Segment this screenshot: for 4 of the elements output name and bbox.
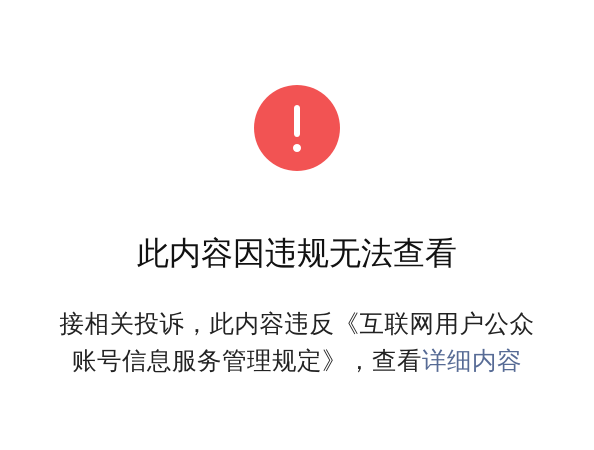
notice-message: 接相关投诉，此内容违反《互联网用户公众账号信息服务管理规定》，查看详细内容 <box>58 308 536 377</box>
details-link[interactable]: 详细内容 <box>422 346 522 375</box>
warning-icon <box>254 85 340 171</box>
notice-title: 此内容因违规无法查看 <box>137 233 457 274</box>
